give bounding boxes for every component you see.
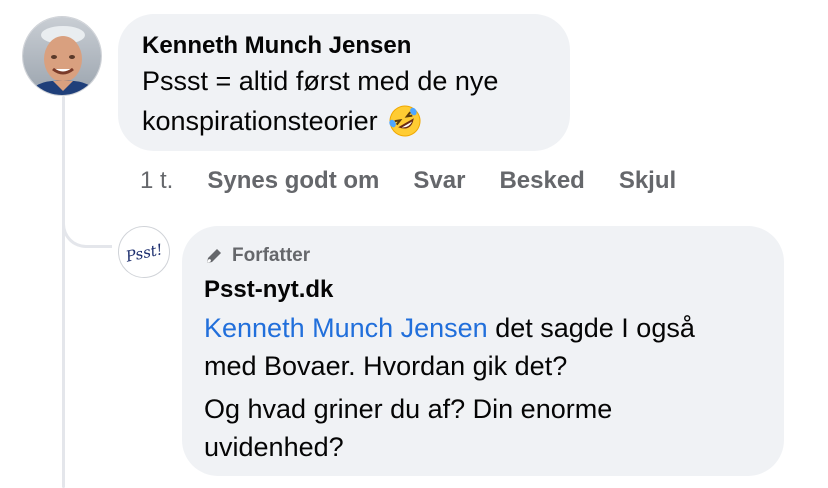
thread-line [62,96,65,488]
comment-actions: 1 t. Synes godt om Svar Besked Skjul [140,166,710,196]
thread-connector [62,210,112,248]
reply-author[interactable]: Psst-nyt.dk [204,276,333,304]
author-badge: Forfatter [204,243,310,269]
like-button[interactable]: Synes godt om [207,167,379,195]
hide-button[interactable]: Skjul [619,167,676,195]
comment-timestamp[interactable]: 1 t. [140,167,173,195]
svg-text:Psst!: Psst! [123,240,164,266]
reply-text-line-2: med Bovaer. Hvordan gik det? [204,351,568,381]
psst-logo: Psst! [123,240,164,266]
comment-text-line-2: konspirationsteorier [142,106,378,136]
avatar[interactable] [22,16,102,96]
reply-text-line-4: uvidenhed? [204,432,344,462]
comment-author[interactable]: Kenneth Munch Jensen [142,32,411,60]
author-badge-label: Forfatter [232,245,311,266]
reply-text-fragment: det sagde I også [487,313,695,343]
mention-link[interactable]: Kenneth Munch Jensen [204,313,488,343]
comment-text-line-2-wrap: konspirationsteorier [142,101,422,141]
comment-text-line-1: Pssst = altid først med de nye [142,66,499,96]
message-button[interactable]: Besked [499,167,584,195]
reply-text-line-3: Og hvad griner du af? Din enorme [204,394,613,424]
pen-icon [204,246,224,266]
page-avatar[interactable]: Psst! [118,226,170,278]
comment-bubble: Kenneth Munch Jensen Pssst = altid først… [118,14,570,151]
reply-button[interactable]: Svar [413,167,465,195]
rolling-on-floor-laughing-icon [388,104,422,138]
reply-text-line-1: Kenneth Munch Jensen det sagde I også [204,308,695,348]
avatar-photo [23,17,101,95]
